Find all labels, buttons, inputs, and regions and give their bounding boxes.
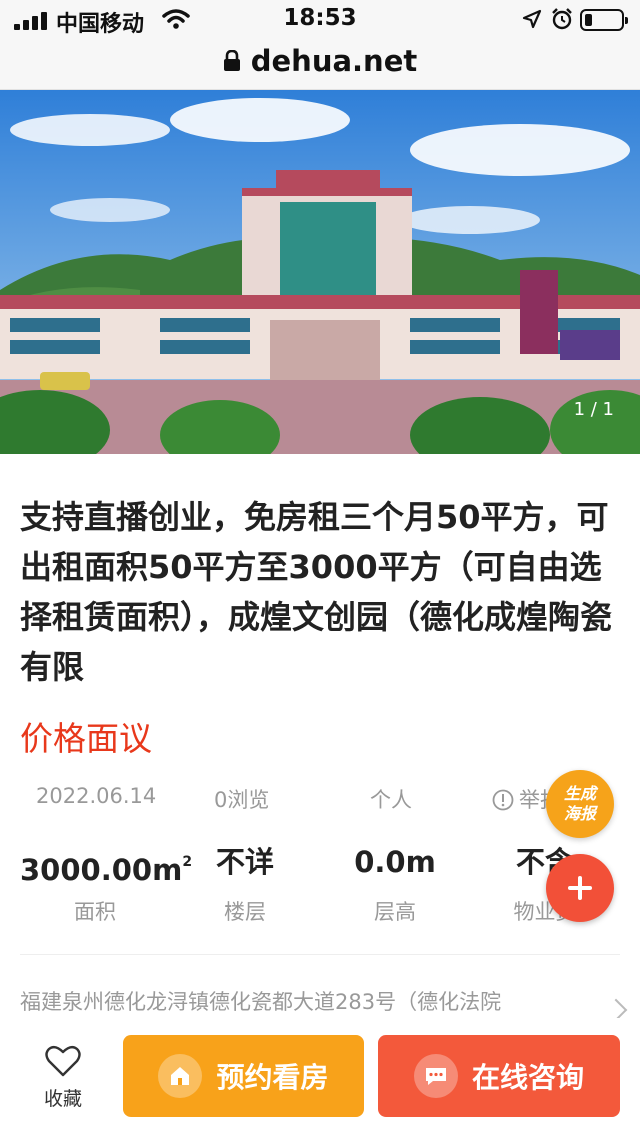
info-circle-icon xyxy=(492,789,514,811)
url-text: dehua.net xyxy=(250,44,418,78)
address-bar[interactable]: dehua.net xyxy=(0,40,640,90)
stat-floor-label: 楼层 xyxy=(224,900,266,924)
favorite-button[interactable]: 收藏 xyxy=(32,1044,94,1111)
add-button[interactable] xyxy=(546,854,614,922)
online-consult-label: 在线咨询 xyxy=(471,1061,584,1094)
stat-height: 0.0m 层高 xyxy=(320,842,470,926)
online-consult-button[interactable]: 在线咨询 xyxy=(378,1035,620,1117)
image-counter: 1 / 1 xyxy=(573,399,614,420)
property-photo[interactable]: 1 / 1 xyxy=(0,90,640,454)
book-viewing-label: 预约看房 xyxy=(216,1061,329,1094)
stat-area-label: 面积 xyxy=(74,900,116,924)
view-count: 0浏览 xyxy=(214,788,270,812)
plus-icon-vertical xyxy=(578,876,582,900)
price-label: 价格面议 xyxy=(20,719,152,758)
stat-area-value: 3000.00m xyxy=(20,853,183,887)
stat-floor: 不详 楼层 xyxy=(170,842,320,926)
bottom-action-bar: 收藏 预约看房 在线咨询 xyxy=(0,1018,640,1136)
stat-area: 3000.00m2 面积 xyxy=(20,842,192,926)
building-photo xyxy=(0,90,640,454)
stat-height-label: 层高 xyxy=(374,900,416,924)
generate-poster-button[interactable]: 生成 海报 xyxy=(546,770,614,838)
battery-icon xyxy=(580,9,628,31)
address-text[interactable]: 福建泉州德化龙浔镇德化瓷都大道283号（德化法院 xyxy=(20,986,580,1016)
house-icon xyxy=(158,1054,203,1098)
listing-meta: 2022.06.14 0浏览 个人 举报 xyxy=(0,784,640,814)
poster-label-1: 生成 xyxy=(563,784,596,803)
publish-date: 2022.06.14 xyxy=(36,784,157,808)
location-arrow-icon xyxy=(522,9,542,29)
listing-title: 支持直播创业，免房租三个月50平方，可出租面积50平方至3000平方（可自由选择… xyxy=(20,498,613,686)
alarm-icon xyxy=(552,8,572,30)
poster-label-2: 海报 xyxy=(563,804,596,823)
chat-bubble-icon xyxy=(413,1054,458,1098)
heart-icon xyxy=(45,1045,81,1077)
divider xyxy=(20,954,620,955)
publisher-type: 个人 xyxy=(370,788,412,812)
book-viewing-button[interactable]: 预约看房 xyxy=(123,1035,364,1117)
favorite-label: 收藏 xyxy=(43,1088,82,1110)
stat-height-value: 0.0m xyxy=(354,845,436,879)
status-bar: 中国移动 18:53 xyxy=(0,0,640,40)
lock-icon xyxy=(223,50,240,71)
clock: 18:53 xyxy=(283,5,357,31)
stat-floor-value: 不详 xyxy=(215,845,274,879)
